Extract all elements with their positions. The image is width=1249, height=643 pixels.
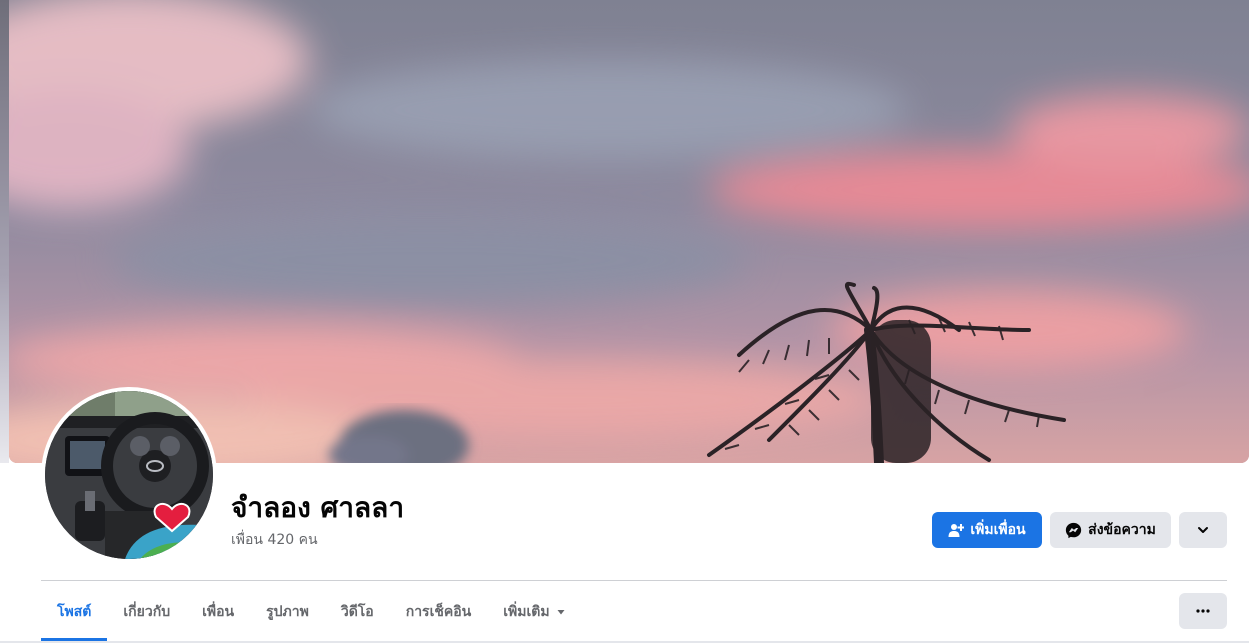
cover-photo[interactable]	[9, 0, 1249, 463]
left-edge	[0, 0, 9, 463]
sunset-sky-image	[9, 0, 1249, 463]
chevron-down-icon	[1196, 523, 1210, 537]
tab-posts[interactable]: โพสต์	[41, 581, 108, 643]
tab-label: เพื่อน	[202, 604, 235, 620]
avatar	[45, 391, 213, 559]
add-friend-label: เพิ่มเพื่อน	[970, 522, 1026, 538]
tab-label: เกี่ยวกับ	[123, 604, 171, 620]
tab-label: โพสต์	[57, 604, 92, 620]
profile-page: จำลอง ศาลลา เพื่อน 420 คน เพิ่มเพื่อน ส่…	[0, 0, 1249, 643]
tab-label: วิดีโอ	[340, 604, 374, 620]
more-horizontal-icon	[1195, 603, 1211, 619]
profile-tabs: โพสต์ เกี่ยวกับ เพื่อน รูปภาพ วิดีโอ การ…	[41, 581, 582, 643]
tab-label: การเช็คอิน	[405, 604, 472, 620]
tab-label: เพิ่มเติม	[503, 604, 550, 620]
more-options-button[interactable]	[1179, 593, 1227, 629]
profile-name: จำลอง ศาลลา	[231, 491, 405, 524]
add-friend-button[interactable]: เพิ่มเพื่อน	[932, 512, 1042, 548]
tab-videos[interactable]: วิดีโอ	[325, 581, 390, 643]
tab-checkins[interactable]: การเช็คอิน	[390, 581, 488, 643]
person-plus-icon	[948, 522, 965, 538]
profile-options-button[interactable]	[1179, 512, 1227, 548]
tab-photos[interactable]: รูปภาพ	[250, 581, 325, 643]
message-label: ส่งข้อความ	[1088, 522, 1156, 538]
tab-label: รูปภาพ	[266, 604, 309, 620]
messenger-icon	[1065, 522, 1082, 539]
tab-about[interactable]: เกี่ยวกับ	[107, 581, 186, 643]
tab-friends[interactable]: เพื่อน	[186, 581, 250, 643]
profile-picture[interactable]	[41, 387, 217, 563]
tab-more[interactable]: เพิ่มเติม	[487, 581, 581, 643]
friend-count[interactable]: เพื่อน 420 คน	[231, 529, 318, 551]
caret-down-icon	[556, 607, 566, 617]
message-button[interactable]: ส่งข้อความ	[1050, 512, 1171, 548]
car-interior-image	[45, 391, 213, 559]
